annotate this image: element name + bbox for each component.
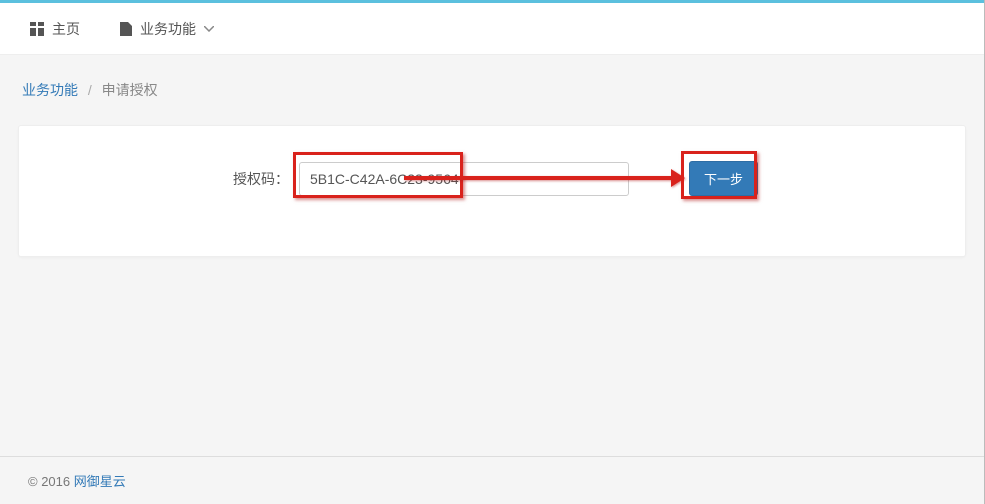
form-panel: 授权码： 下一步	[18, 125, 966, 257]
file-icon	[120, 22, 132, 36]
breadcrumb-separator: /	[88, 82, 92, 98]
annotation-arrow	[629, 162, 684, 196]
breadcrumb-current: 申请授权	[102, 82, 158, 98]
footer-link[interactable]: 网御星云	[74, 474, 126, 489]
nav-home[interactable]: 主页	[30, 19, 80, 39]
auth-code-label: 授权码：	[49, 169, 299, 189]
breadcrumb: 业务功能 / 申请授权	[18, 80, 966, 100]
chevron-down-icon	[204, 26, 214, 32]
footer: © 2016 网御星云	[0, 456, 984, 504]
nav-home-label: 主页	[52, 19, 80, 39]
breadcrumb-parent[interactable]: 业务功能	[22, 82, 78, 98]
grid-icon	[30, 22, 44, 36]
nav-biz[interactable]: 业务功能	[120, 19, 222, 39]
footer-copyright: © 2016	[28, 474, 74, 489]
top-navbar: 主页 业务功能	[0, 3, 984, 55]
nav-biz-label: 业务功能	[140, 19, 196, 39]
next-step-button[interactable]: 下一步	[689, 161, 758, 196]
